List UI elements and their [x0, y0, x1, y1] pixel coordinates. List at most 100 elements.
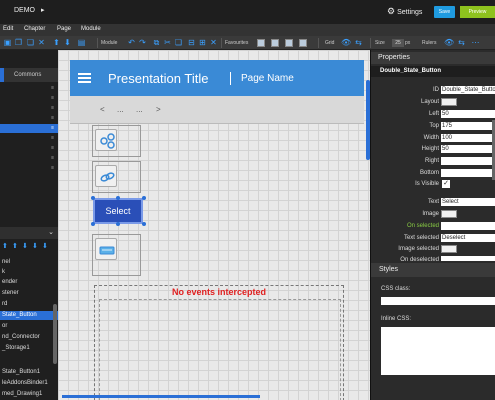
page-list-item[interactable]: ≡	[0, 164, 58, 173]
paste-page-icon[interactable]: ❏	[26, 38, 35, 47]
grid-visible-icon[interactable]: 👁	[341, 38, 351, 47]
page-list-item[interactable]: ≡	[0, 134, 58, 143]
keyboard-module[interactable]	[95, 238, 117, 260]
nav-prev-button[interactable]: <	[100, 105, 105, 114]
module-list-item[interactable]: leAddonsBinder1	[0, 379, 58, 388]
align-icon[interactable]: ⊟	[187, 38, 196, 47]
settings-link[interactable]: ⚙ Settings	[387, 6, 422, 17]
image-button[interactable]	[441, 210, 457, 218]
preview-button[interactable]: Preview	[460, 6, 495, 18]
module-list-item[interactable]: med_Drawing1	[0, 390, 58, 399]
module-list-item[interactable]: or	[0, 322, 58, 331]
resize-handle[interactable]	[142, 222, 146, 226]
fav-image-icon[interactable]	[257, 39, 265, 47]
module-list-item[interactable]: _Storage1	[0, 344, 58, 353]
cut-module-icon[interactable]: ✂	[163, 38, 172, 47]
fav-text-icon[interactable]	[285, 39, 293, 47]
grid-size-input[interactable]: 25	[392, 39, 404, 47]
add-page-icon[interactable]: ▣	[3, 38, 12, 47]
resize-handle[interactable]	[91, 222, 95, 226]
grid-snap-icon[interactable]: ⇆	[354, 38, 363, 47]
copy-page-icon[interactable]: ❐	[14, 38, 23, 47]
redo-icon[interactable]: ↷	[138, 38, 147, 47]
page-list-item-selected[interactable]: ≡	[0, 124, 58, 133]
page-list-item[interactable]: ≡	[0, 114, 58, 123]
image-selected-button[interactable]	[441, 245, 457, 253]
save-button[interactable]: Save	[434, 6, 455, 18]
module-list-item[interactable]: rd	[0, 300, 58, 309]
page-list-item[interactable]: ≡	[0, 94, 58, 103]
width-field[interactable]: 100	[441, 134, 495, 142]
left-panel-scrollbar[interactable]	[53, 304, 57, 364]
menu-module[interactable]: Module	[81, 26, 101, 32]
page-navigation-bar[interactable]: < ... ... >	[70, 96, 364, 124]
arrow-down-icon[interactable]: ⬇	[42, 242, 48, 250]
presentation-header[interactable]: Presentation Title Page Name	[70, 60, 364, 96]
right-field[interactable]	[441, 157, 495, 165]
canvas-horizontal-scrollbar[interactable]	[62, 395, 260, 398]
share-module[interactable]	[95, 129, 117, 151]
css-class-input[interactable]	[381, 297, 495, 305]
modules-header[interactable]: ⌄	[0, 227, 58, 239]
undo-icon[interactable]: ↶	[127, 38, 136, 47]
arrow-down-icon[interactable]: ⬇	[22, 242, 28, 250]
layout-button[interactable]	[441, 98, 457, 106]
menu-page[interactable]: Page	[57, 26, 71, 32]
rulers-snap-icon[interactable]: ⇆	[457, 38, 466, 47]
fav-shape-icon[interactable]	[271, 39, 279, 47]
height-field[interactable]: 50	[441, 145, 495, 153]
editor-canvas[interactable]: Presentation Title Page Name < ... ... >	[58, 50, 370, 400]
on-selected-field[interactable]	[441, 222, 495, 230]
bottom-field[interactable]	[441, 169, 495, 177]
nav-next-button[interactable]: >	[156, 105, 161, 114]
delete-module-icon[interactable]: ✕	[209, 38, 218, 47]
resize-handle[interactable]	[91, 196, 95, 200]
rulers-visible-icon[interactable]: 👁	[444, 38, 454, 47]
resize-handle[interactable]	[116, 196, 120, 200]
paste-module-icon[interactable]: ❏	[174, 38, 183, 47]
project-name[interactable]: DEMO	[14, 7, 35, 14]
page-list-item[interactable]: ≡	[0, 84, 58, 93]
menu-bar: Edit Chapter Page Module	[0, 24, 495, 36]
double-state-button[interactable]: Select	[93, 198, 143, 224]
tab-commons[interactable]: Commons	[14, 72, 41, 78]
text-selected-field[interactable]: Deselect	[441, 234, 495, 242]
menu-chapter[interactable]: Chapter	[24, 26, 45, 32]
module-list-item-selected[interactable]: State_Button	[0, 311, 58, 320]
arrow-up-icon[interactable]: ⬆	[12, 242, 18, 250]
resize-handle[interactable]	[116, 222, 120, 226]
top-field[interactable]: 175	[441, 122, 495, 130]
left-field[interactable]: 50	[441, 110, 495, 118]
module-list-item[interactable]: stener	[0, 289, 58, 298]
move-down-icon[interactable]: ⬇	[63, 38, 72, 47]
text-field[interactable]: Select	[441, 198, 495, 206]
menu-edit[interactable]: Edit	[3, 26, 13, 32]
arrow-up-icon[interactable]: ⬆	[2, 242, 8, 250]
delete-page-icon[interactable]: ✕	[37, 38, 46, 47]
module-list-item[interactable]: ender	[0, 278, 58, 287]
group-icon[interactable]: ⊞	[198, 38, 207, 47]
page-list-item[interactable]: ≡	[0, 154, 58, 163]
size-label: Size	[375, 40, 385, 46]
visible-checkbox[interactable]: ✓	[442, 180, 450, 188]
project-menu-icon[interactable]: ▸	[41, 6, 45, 14]
arrow-down-icon[interactable]: ⬇	[32, 242, 38, 250]
module-list-item[interactable]: k	[0, 268, 58, 277]
module-list-item[interactable]: nd_Connector	[0, 333, 58, 342]
on-deselected-field[interactable]	[441, 256, 495, 261]
resize-handle[interactable]	[142, 196, 146, 200]
module-list-item[interactable]: nel	[0, 258, 58, 267]
chevron-down-icon[interactable]: ⌄	[48, 228, 54, 236]
move-up-icon[interactable]: ⬆	[52, 38, 61, 47]
page-list-item[interactable]: ≡	[0, 144, 58, 153]
tab-pages[interactable]	[0, 68, 4, 82]
module-list-item[interactable]: State_Button1	[0, 368, 58, 377]
fav-table-icon[interactable]	[299, 39, 307, 47]
page-settings-icon[interactable]: ▤	[77, 38, 86, 47]
copy-module-icon[interactable]: ⧉	[152, 38, 161, 47]
more-icon[interactable]: ⋯	[471, 38, 480, 47]
inline-css-input[interactable]	[381, 327, 495, 375]
page-list-item[interactable]: ≡	[0, 104, 58, 113]
link-module[interactable]	[95, 165, 117, 187]
id-field[interactable]: Double_State_Button	[441, 86, 495, 94]
